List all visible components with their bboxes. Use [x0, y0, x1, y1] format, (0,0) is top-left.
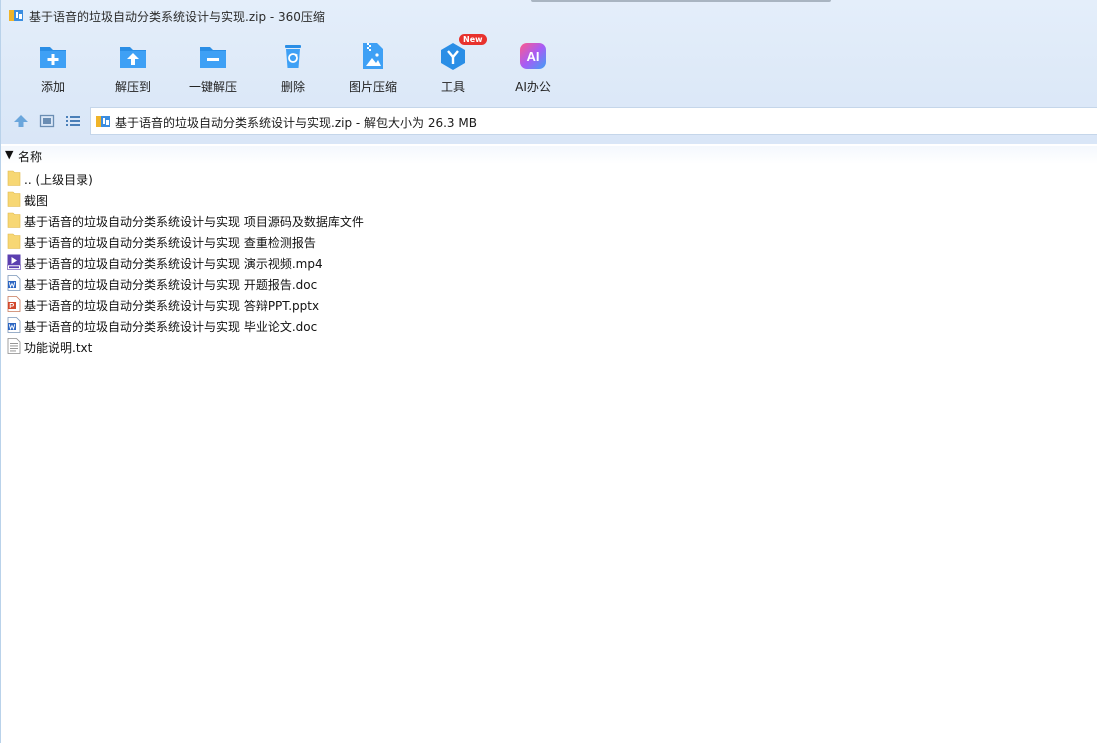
folder-icon	[7, 233, 21, 249]
add-button-label: 添加	[40, 80, 65, 94]
folder-icon	[7, 191, 21, 207]
list-item-label: 功能说明.txt	[24, 341, 93, 355]
one-click-extract-label: 一键解压	[188, 80, 237, 94]
app-window: 基于语音的垃圾自动分类系统设计与实现.zip - 360压缩 添加 解压到 一键…	[0, 0, 1097, 743]
folder-icon	[7, 212, 21, 228]
list-item-label: .. (上级目录)	[24, 173, 93, 187]
image-compress-label: 图片压缩	[348, 80, 397, 94]
toolbar: 添加 解压到 一键解压 删除 图片压缩 New 工具 AI AI办公	[1, 34, 1097, 102]
one-click-extract-icon	[200, 47, 226, 68]
navigation-row: 基于语音的垃圾自动分类系统设计与实现.zip - 解包大小为 26.3 MB	[1, 106, 1097, 136]
video-file-icon	[7, 254, 21, 270]
address-bar[interactable]: 基于语音的垃圾自动分类系统设计与实现.zip - 解包大小为 26.3 MB	[90, 107, 1097, 135]
new-badge: New	[459, 34, 487, 45]
list-item[interactable]: 功能说明.txt	[1, 336, 1097, 357]
list-header: ▼ 名称	[1, 146, 1097, 164]
recycle-bin-icon	[285, 45, 301, 68]
list-item-label: 基于语音的垃圾自动分类系统设计与实现 毕业论文.doc	[24, 320, 318, 334]
thumbnail-view-icon[interactable]	[39, 114, 55, 128]
text-file-icon	[7, 338, 21, 354]
list-item-label: 基于语音的垃圾自动分类系统设计与实现 开题报告.doc	[24, 278, 318, 292]
svg-text:AI: AI	[527, 49, 540, 64]
list-item-label: 基于语音的垃圾自动分类系统设计与实现 演示视频.mp4	[24, 257, 323, 271]
add-folder-icon	[40, 47, 66, 68]
image-compress-icon	[363, 43, 383, 69]
delete-label: 删除	[280, 80, 305, 94]
word-document-icon	[7, 317, 21, 333]
list-item[interactable]: .. (上级目录)	[1, 168, 1097, 189]
ai-office-label: AI办公	[515, 80, 551, 94]
word-document-icon	[7, 275, 21, 291]
list-item[interactable]: 基于语音的垃圾自动分类系统设计与实现 开题报告.doc	[1, 273, 1097, 294]
ai-office-icon: AI	[520, 43, 546, 69]
file-list: .. (上级目录) 截图 基于语音的垃圾自动分类系统设计与实现 项目源码及数据库…	[1, 168, 1097, 357]
list-item-label: 基于语音的垃圾自动分类系统设计与实现 答辩PPT.pptx	[24, 299, 320, 313]
archive-icon	[9, 10, 23, 21]
list-item[interactable]: 基于语音的垃圾自动分类系统设计与实现 演示视频.mp4	[1, 252, 1097, 273]
one-click-extract-button[interactable]: 一键解压	[173, 38, 253, 98]
up-arrow-icon[interactable]	[13, 114, 29, 128]
image-compress-button[interactable]: 图片压缩	[333, 38, 413, 98]
title-divider	[531, 0, 831, 2]
extract-to-label: 解压到	[114, 80, 151, 94]
list-item[interactable]: 基于语音的垃圾自动分类系统设计与实现 答辩PPT.pptx	[1, 294, 1097, 315]
list-item[interactable]: 截图	[1, 189, 1097, 210]
powerpoint-icon	[7, 296, 21, 312]
address-path: 基于语音的垃圾自动分类系统设计与实现.zip - 解包大小为 26.3 MB	[115, 116, 477, 130]
list-view-icon[interactable]	[65, 114, 81, 128]
list-item[interactable]: 基于语音的垃圾自动分类系统设计与实现 项目源码及数据库文件	[1, 210, 1097, 231]
list-item[interactable]: 基于语音的垃圾自动分类系统设计与实现 毕业论文.doc	[1, 315, 1097, 336]
tools-button[interactable]: New 工具	[413, 34, 493, 98]
extract-to-icon	[120, 47, 146, 68]
ai-office-button[interactable]: AI AI办公	[493, 38, 573, 98]
list-item-label: 截图	[24, 194, 49, 208]
list-item-label: 基于语音的垃圾自动分类系统设计与实现 项目源码及数据库文件	[24, 215, 364, 229]
delete-button[interactable]: 删除	[253, 38, 333, 98]
list-item-label: 基于语音的垃圾自动分类系统设计与实现 查重检测报告	[24, 236, 316, 250]
header-area: 基于语音的垃圾自动分类系统设计与实现.zip - 360压缩 添加 解压到 一键…	[1, 0, 1097, 144]
add-button[interactable]: 添加	[13, 38, 93, 98]
window-title: 基于语音的垃圾自动分类系统设计与实现.zip - 360压缩	[29, 10, 325, 24]
name-column-header[interactable]: 名称	[18, 148, 42, 165]
extract-to-button[interactable]: 解压到	[93, 38, 173, 98]
title-bar: 基于语音的垃圾自动分类系统设计与实现.zip - 360压缩	[1, 0, 1097, 32]
folder-icon	[7, 170, 21, 186]
sort-indicator[interactable]: ▼	[5, 148, 13, 161]
list-item[interactable]: 基于语音的垃圾自动分类系统设计与实现 查重检测报告	[1, 231, 1097, 252]
archive-icon	[96, 116, 110, 127]
tools-label: 工具	[440, 80, 465, 94]
